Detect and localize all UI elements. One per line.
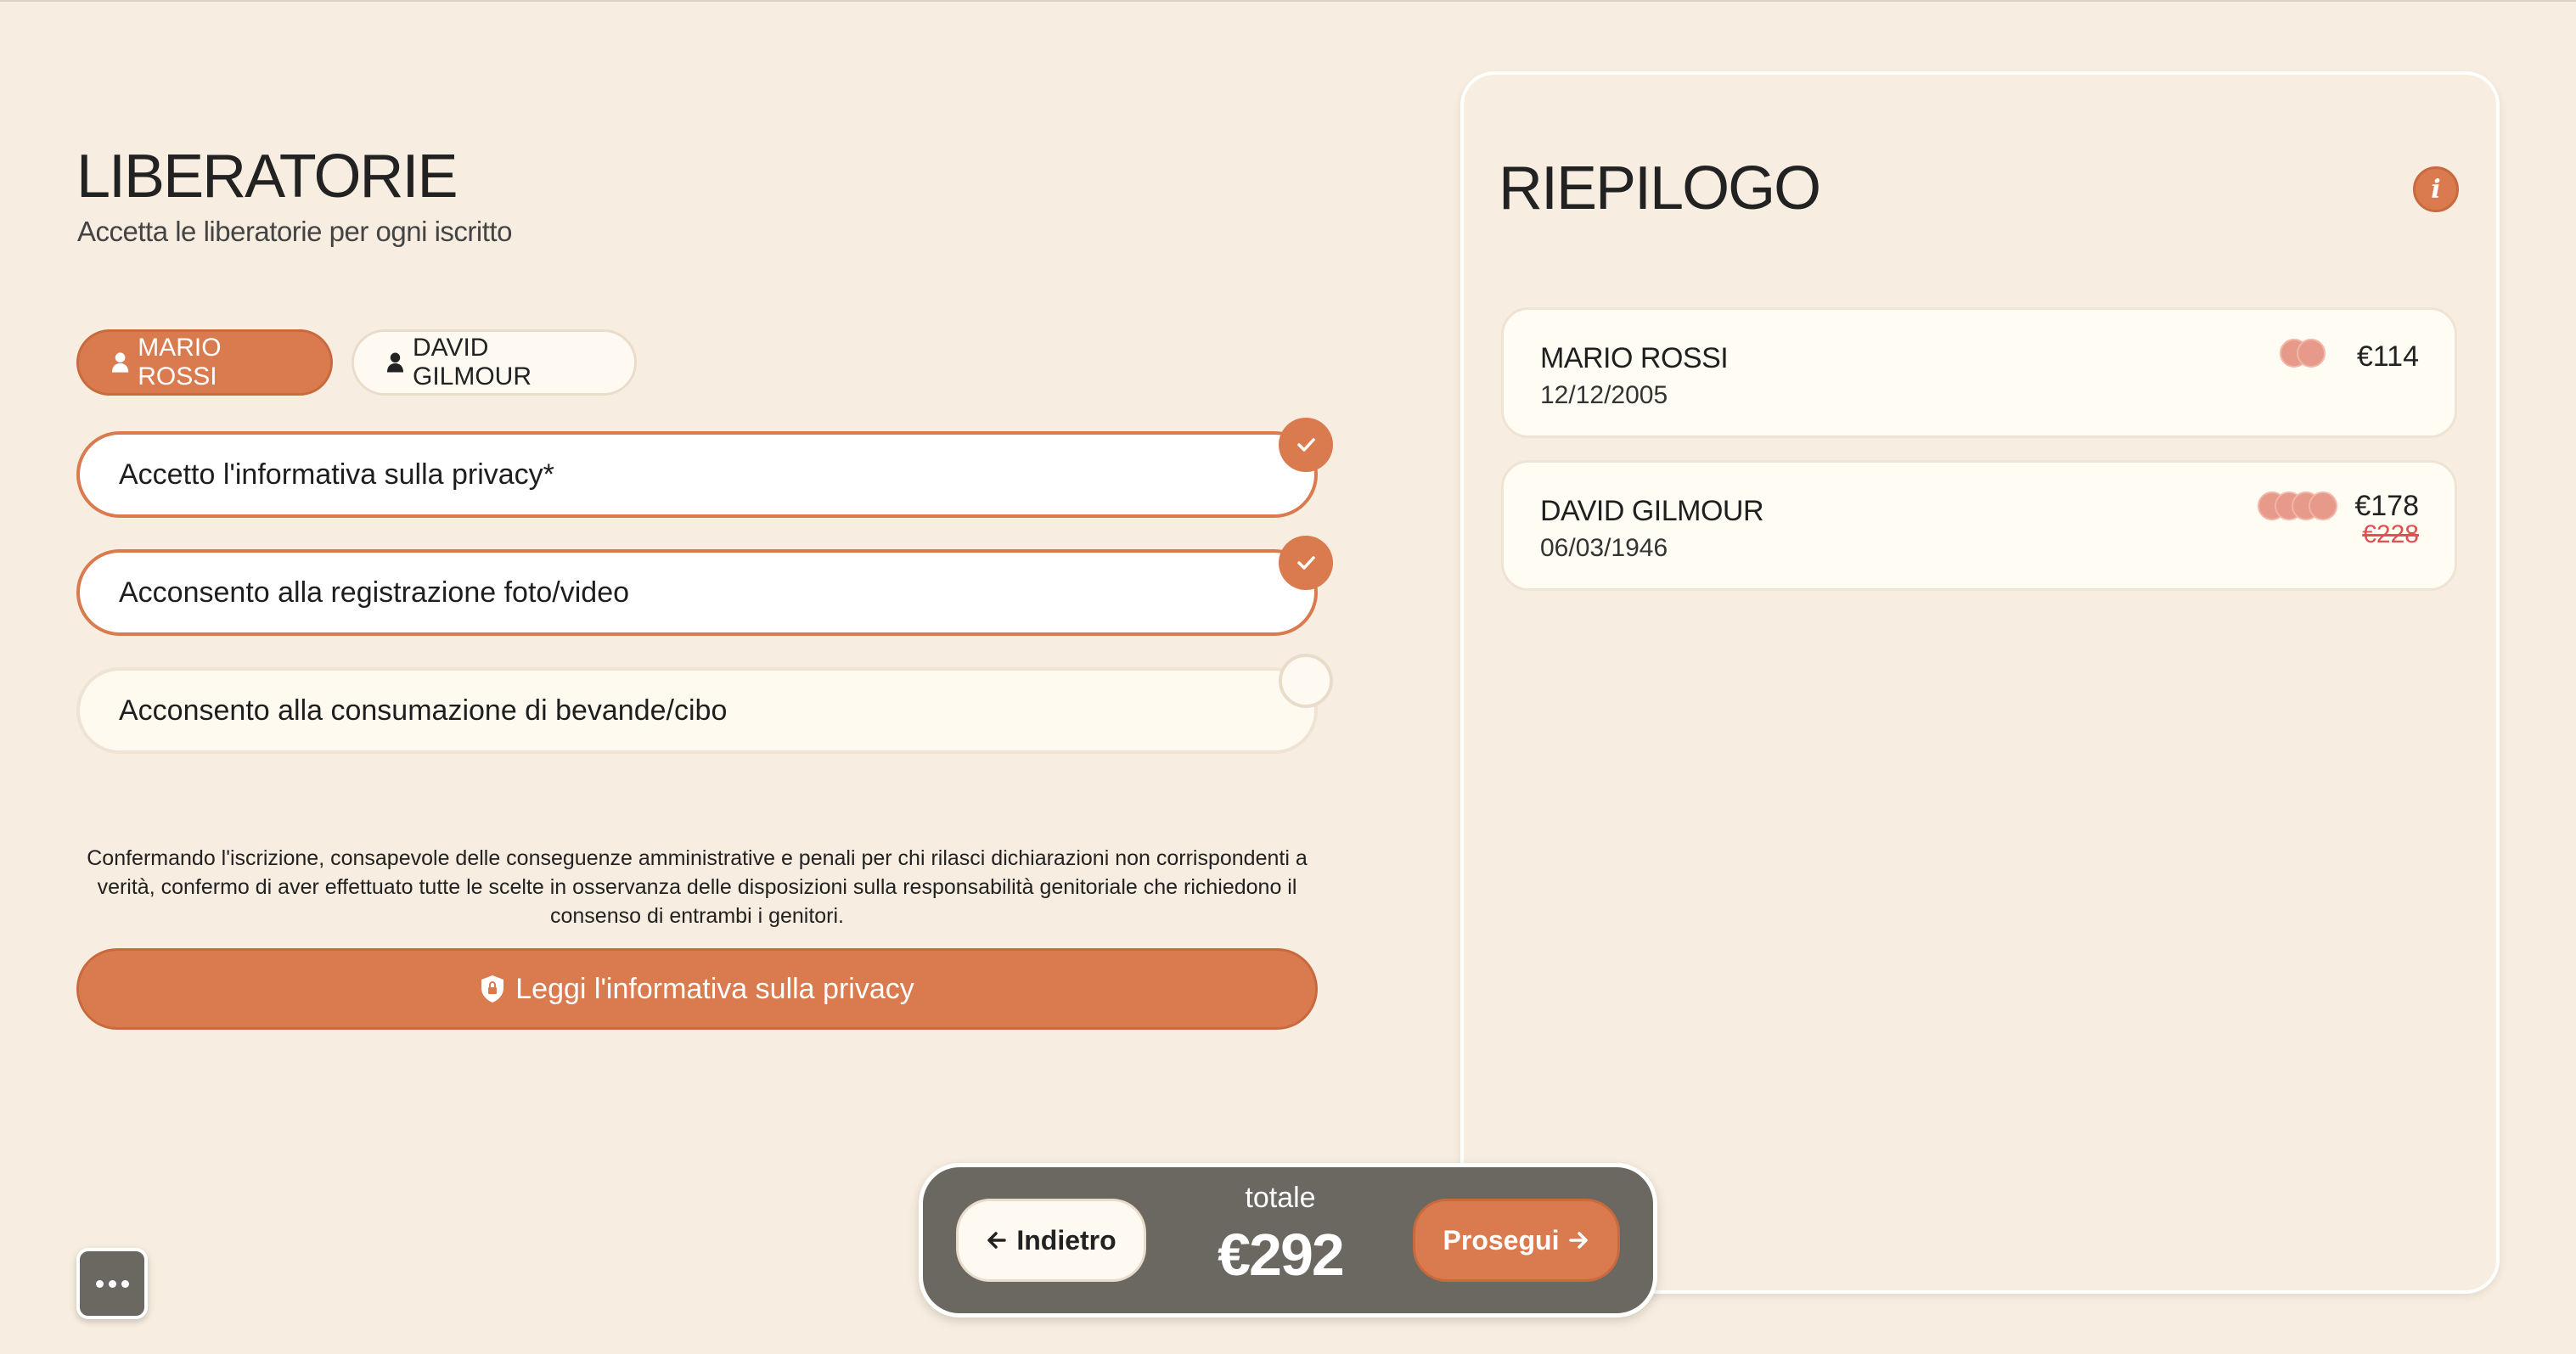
arrow-right-icon xyxy=(1569,1232,1589,1249)
shield-lock-icon xyxy=(481,975,504,1003)
consent-label: Acconsento alla registrazione foto/video xyxy=(119,576,630,609)
check-icon xyxy=(1297,438,1315,452)
consent-food-drink-checkbox[interactable] xyxy=(1279,654,1333,708)
entry-name: MARIO ROSSI xyxy=(1540,342,1729,374)
page-title: LIBERATORIE xyxy=(76,143,458,211)
activity-dots xyxy=(2280,339,2326,368)
consent-photo-video[interactable]: Acconsento alla registrazione foto/video xyxy=(76,549,1318,636)
back-button[interactable]: Indietro xyxy=(956,1199,1146,1282)
entry-birthdate: 06/03/1946 xyxy=(1540,534,1668,562)
read-privacy-label: Leggi l'informativa sulla privacy xyxy=(515,972,914,1005)
read-privacy-button[interactable]: Leggi l'informativa sulla privacy xyxy=(76,948,1318,1030)
entry-old-price: €228 xyxy=(2362,520,2419,548)
summary-title: RIEPILOGO xyxy=(1499,155,1821,222)
dot xyxy=(121,1279,129,1288)
back-label: Indietro xyxy=(1016,1224,1116,1256)
participant-tab-label: MARIO ROSSI xyxy=(138,334,222,390)
consent-privacy[interactable]: Accetto l'informativa sulla privacy* xyxy=(76,431,1318,518)
summary-entry-david-gilmour: DAVID GILMOUR 06/03/1946 €178 €228 xyxy=(1501,460,2457,591)
dot xyxy=(108,1279,116,1288)
top-divider xyxy=(0,0,2576,2)
consent-label: Accetto l'informativa sulla privacy* xyxy=(119,458,554,491)
consent-food-drink[interactable]: Acconsento alla consumazione di bevande/… xyxy=(76,667,1318,754)
user-icon xyxy=(111,352,129,373)
entry-price: €114 xyxy=(2356,340,2419,373)
consent-label: Acconsento alla consumazione di bevande/… xyxy=(119,694,728,727)
total-label: totale xyxy=(1245,1182,1316,1214)
next-button[interactable]: Prosegui xyxy=(1413,1199,1620,1282)
summary-entry-mario-rossi: MARIO ROSSI 12/12/2005 €114 xyxy=(1501,307,2457,438)
entry-name: DAVID GILMOUR xyxy=(1540,495,1764,527)
info-icon[interactable]: i xyxy=(2413,166,2459,212)
user-icon xyxy=(386,352,404,373)
consent-privacy-checkbox[interactable] xyxy=(1279,418,1333,472)
entry-birthdate: 12/12/2005 xyxy=(1540,381,1668,409)
total-value: €292 xyxy=(1218,1222,1345,1288)
entry-price: €178 xyxy=(2354,490,2419,522)
activity-dots xyxy=(2258,492,2337,520)
participant-tab-label: DAVID GILMOUR xyxy=(413,334,532,390)
arrow-left-icon xyxy=(987,1232,1007,1249)
check-icon xyxy=(1297,556,1315,570)
legal-disclaimer: Confermando l'iscrizione, consapevole de… xyxy=(87,846,1308,928)
page-subtitle: Accetta le liberatorie per ogni iscritto xyxy=(77,216,512,247)
summary-panel xyxy=(1460,71,2500,1294)
consent-photo-video-checkbox[interactable] xyxy=(1279,536,1333,590)
participant-tab-mario-rossi[interactable]: MARIO ROSSI xyxy=(76,329,333,396)
participant-tab-david-gilmour[interactable]: DAVID GILMOUR xyxy=(352,329,637,396)
dot xyxy=(95,1279,104,1288)
more-menu-button[interactable] xyxy=(76,1248,148,1319)
next-label: Prosegui xyxy=(1443,1224,1560,1256)
